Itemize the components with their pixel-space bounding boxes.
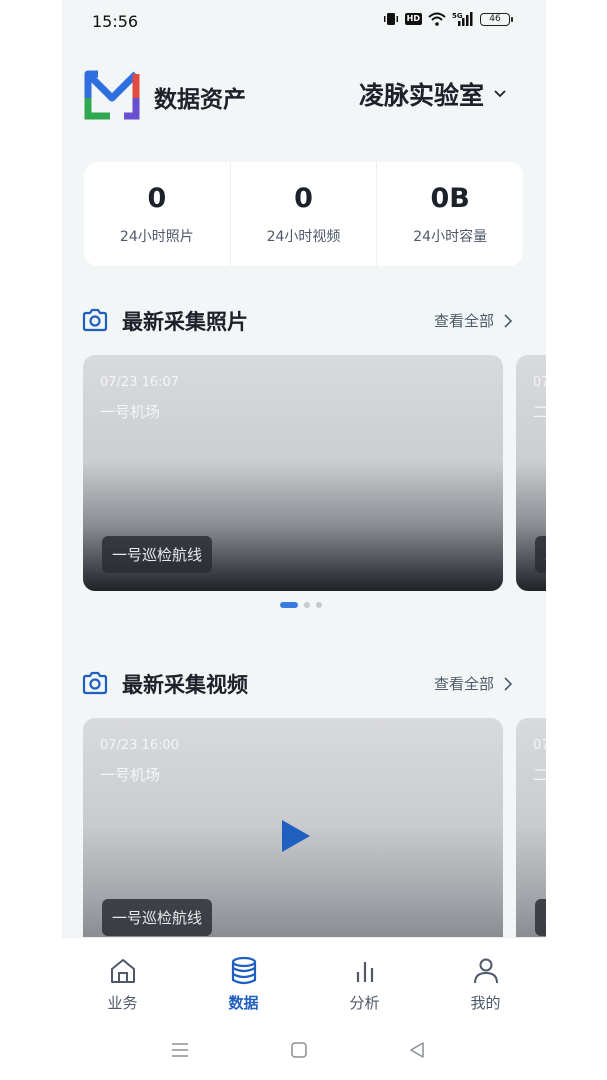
battery-indicator: 46 [480, 12, 513, 26]
carousel-pagination [280, 602, 322, 608]
signal-icon: 5G [452, 12, 473, 26]
photo-card[interactable]: 07/23 16:07 二号机场 二号巡检航线 [516, 355, 546, 591]
system-nav-bar [62, 1025, 546, 1080]
card-route-badge: 二号巡检航线 [535, 536, 546, 573]
bottom-nav: 业务 数据 分析 我的 [62, 937, 546, 1025]
photos-section-header: 最新采集照片 查看全部 [62, 304, 546, 340]
bar-chart-icon [356, 962, 373, 982]
home-icon [110, 959, 135, 983]
phone-screen: 15:56 HD 5G 46 数据资产 凌脉实验室 0 24小时照片 0 24小… [62, 0, 546, 1080]
pagination-dot[interactable] [304, 602, 310, 608]
chevron-right-icon [504, 313, 512, 328]
card-route-badge: 二号巡检航线 [535, 899, 546, 936]
nav-item-business[interactable]: 业务 [62, 938, 183, 1025]
card-time: 07/23 16:07 [100, 375, 180, 390]
stat-label: 24小时容量 [413, 228, 488, 245]
video-card[interactable]: 07/23 16:00 二号机场 二号巡检航线 [516, 718, 546, 954]
stat-photos-24h: 0 24小时照片 [84, 162, 231, 266]
chevron-down-icon [494, 90, 506, 98]
back-icon[interactable] [408, 1041, 426, 1059]
play-icon[interactable] [280, 818, 312, 854]
network-type: 5G [452, 12, 463, 20]
pagination-dot-active[interactable] [280, 602, 298, 608]
status-time: 15:56 [92, 12, 139, 31]
status-bar: 15:56 HD 5G 46 [62, 0, 546, 42]
nav-item-analysis[interactable]: 分析 [304, 938, 425, 1025]
card-airport: 二号机场 [533, 766, 546, 784]
view-all-photos-link[interactable]: 查看全部 [434, 310, 512, 331]
camera-icon [82, 308, 108, 332]
status-icons: HD 5G 46 [383, 12, 513, 26]
stat-label: 24小时视频 [266, 228, 341, 245]
view-all-label: 查看全部 [433, 675, 494, 693]
videos-section-header: 最新采集视频 查看全部 [62, 667, 546, 703]
nav-item-mine[interactable]: 我的 [425, 938, 546, 1025]
photos-carousel[interactable]: 07/23 16:07 一号机场 一号巡检航线 07/23 16:07 二号机场… [62, 355, 546, 595]
video-card[interactable]: 07/23 16:00 一号机场 一号巡检航线 [83, 718, 503, 954]
pagination-dot[interactable] [316, 602, 322, 608]
stat-videos-24h: 0 24小时视频 [231, 162, 378, 266]
home-square-icon[interactable] [290, 1041, 308, 1059]
vibrate-icon [383, 13, 398, 25]
lab-name: 凌脉实验室 [358, 81, 484, 110]
chevron-right-icon [504, 676, 512, 691]
app-title: 数据资产 [154, 87, 246, 113]
camera-icon [82, 671, 108, 695]
stats-card: 0 24小时照片 0 24小时视频 0B 24小时容量 [84, 162, 523, 266]
nav-label: 业务 [107, 994, 138, 1012]
database-icon [231, 956, 256, 985]
stat-label: 24小时照片 [119, 228, 194, 245]
app-header: 数据资产 凌脉实验室 [62, 64, 546, 124]
card-airport: 一号机场 [100, 403, 161, 421]
card-route-badge: 一号巡检航线 [102, 899, 213, 936]
lab-selector[interactable]: 凌脉实验室 [359, 76, 506, 112]
nav-item-data[interactable]: 数据 [183, 938, 304, 1025]
stat-value: 0 [294, 182, 313, 214]
user-icon [473, 958, 498, 984]
view-all-label: 查看全部 [433, 312, 494, 330]
nav-label: 我的 [470, 994, 501, 1012]
stat-capacity-24h: 0B 24小时容量 [377, 162, 523, 266]
card-airport: 二号机场 [533, 403, 546, 421]
section-title: 最新采集照片 [122, 310, 248, 334]
stat-value: 0B [430, 182, 470, 214]
card-time: 07/23 16:07 [533, 375, 546, 390]
card-time: 07/23 16:00 [100, 738, 180, 753]
card-time: 07/23 16:00 [533, 738, 546, 753]
section-title: 最新采集视频 [122, 673, 248, 697]
nav-label: 数据 [228, 994, 259, 1012]
photo-card[interactable]: 07/23 16:07 一号机场 一号巡检航线 [83, 355, 503, 591]
card-route-badge: 一号巡检航线 [102, 536, 213, 573]
stat-value: 0 [147, 182, 167, 214]
app-logo [84, 70, 140, 120]
card-airport: 一号机场 [100, 766, 161, 784]
wifi-icon [428, 12, 446, 26]
menu-icon[interactable] [170, 1041, 190, 1059]
nav-label: 分析 [349, 994, 380, 1012]
hd-badge: HD [404, 13, 422, 25]
view-all-videos-link[interactable]: 查看全部 [434, 673, 512, 694]
videos-carousel[interactable]: 07/23 16:00 一号机场 一号巡检航线 07/23 16:00 二号机场… [62, 718, 546, 958]
